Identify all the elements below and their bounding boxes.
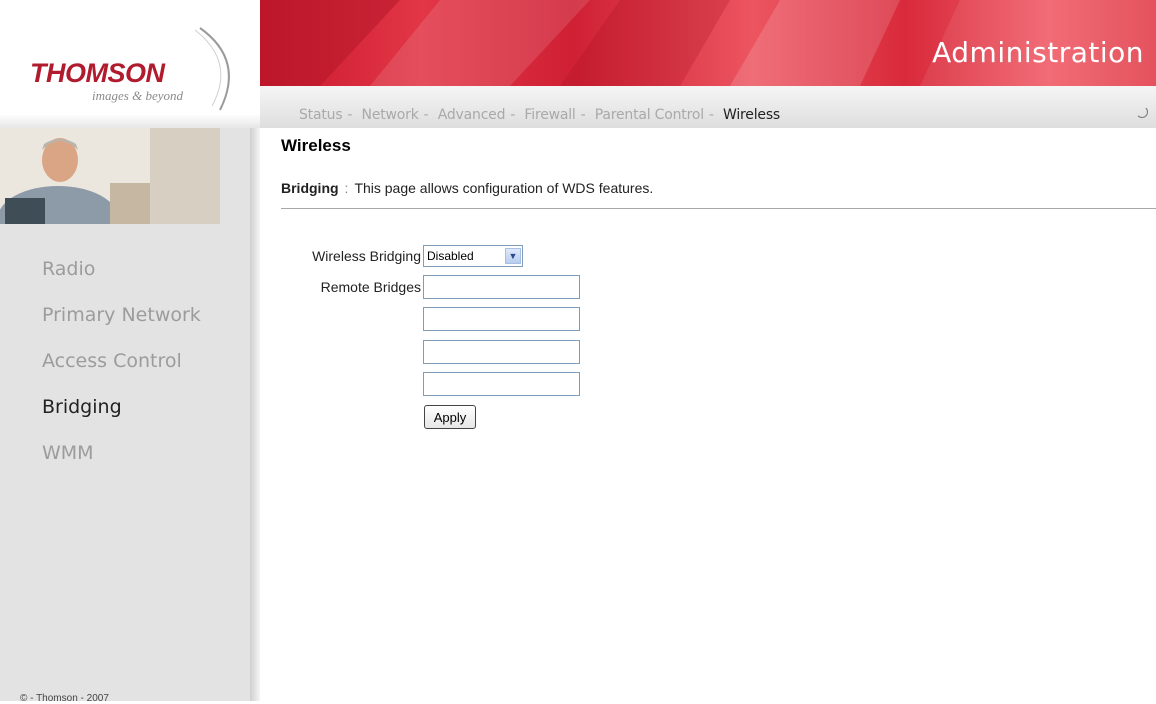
sidebar-item-primary-network[interactable]: Primary Network	[42, 300, 201, 346]
thomson-logo: THOMSON	[30, 58, 165, 88]
top-nav-bar: Status - Network - Advanced - Firewall - Par…	[260, 86, 1156, 128]
copyright-text: © - Thomson - 2007	[20, 693, 109, 704]
description-separator: :	[344, 180, 349, 196]
logo-tagline: images & beyond	[92, 88, 183, 103]
nav-item-network[interactable]: Network	[362, 107, 419, 123]
nav-item-wireless[interactable]: Wireless	[723, 107, 780, 123]
nav-separator: -	[347, 107, 353, 123]
wireless-bridging-select[interactable]: Disabled ▼	[423, 245, 523, 267]
sidebar-item-access-control[interactable]: Access Control	[42, 346, 201, 392]
header-banner: Administration	[260, 0, 1156, 86]
nav-item-parental-control[interactable]: Parental Control	[595, 107, 704, 123]
page-title: Wireless	[281, 136, 351, 155]
nav-separator: -	[580, 107, 586, 123]
sidebar-item-bridging[interactable]: Bridging	[42, 392, 201, 438]
chevron-down-icon[interactable]: ▼	[505, 248, 521, 264]
sidebar-divider	[250, 128, 260, 701]
header-title: Administration	[932, 36, 1144, 69]
wireless-bridging-value: Disabled	[427, 249, 474, 263]
nav-separator: -	[510, 107, 516, 123]
side-menu: Radio Primary Network Access Control Bri…	[42, 254, 201, 484]
photo-illustration	[0, 128, 220, 224]
description-text: This page allows configuration of WDS fe…	[354, 180, 654, 196]
sidebar: Radio Primary Network Access Control Bri…	[0, 128, 250, 704]
user-photo	[0, 128, 220, 224]
sidebar-item-radio[interactable]: Radio	[42, 254, 201, 300]
page-description: Bridging: This page allows configuration …	[281, 180, 653, 196]
nav-separator: -	[423, 107, 429, 123]
loading-spinner-icon	[1136, 106, 1148, 118]
nav-item-status[interactable]: Status	[299, 107, 343, 123]
wireless-bridging-label: Wireless Bridging	[312, 248, 421, 264]
title-divider	[281, 208, 1156, 209]
remote-bridge-input-2[interactable]	[423, 307, 580, 331]
remote-bridge-input-4[interactable]	[423, 372, 580, 396]
remote-bridge-input-1[interactable]	[423, 275, 580, 299]
logo-area: THOMSON images & beyond	[0, 0, 260, 128]
nav-item-advanced[interactable]: Advanced	[438, 107, 506, 123]
remote-bridge-input-3[interactable]	[423, 340, 580, 364]
section-name: Bridging	[281, 180, 339, 196]
remote-bridges-label: Remote Bridges	[320, 279, 421, 295]
nav-separator: -	[708, 107, 714, 123]
top-nav-links: Status - Network - Advanced - Firewall - Par…	[299, 107, 780, 123]
sidebar-item-wmm[interactable]: WMM	[42, 438, 201, 484]
nav-item-firewall[interactable]: Firewall	[524, 107, 575, 123]
apply-button[interactable]: Apply	[424, 405, 476, 429]
